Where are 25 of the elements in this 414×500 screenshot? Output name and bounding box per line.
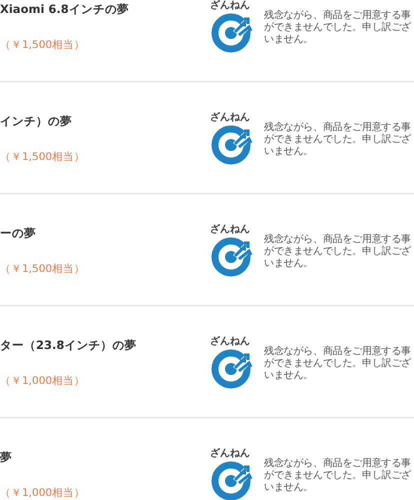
- product-title: ーの夢: [0, 226, 37, 241]
- product-title: ター（23.8インチ）の夢: [0, 338, 138, 353]
- circle-arrow-icon: [211, 237, 255, 277]
- product-price: （￥1,500相当）: [0, 151, 86, 164]
- result-message: 残念ながら、商品をご用意する事ができませんでした。申し訳ございません。: [264, 8, 412, 47]
- circle-arrow-icon: [211, 13, 255, 53]
- result-label: ざんねん: [210, 447, 250, 460]
- result-message: 残念ながら、商品をご用意する事ができませんでした。申し訳ございません。: [264, 344, 412, 383]
- result-label: ざんねん: [210, 111, 250, 124]
- product-title: インチ）の夢: [0, 114, 73, 129]
- result-message: 残念ながら、商品をご用意する事ができませんでした。申し訳ございません。: [264, 232, 412, 271]
- circle-arrow-icon: [211, 125, 255, 165]
- result-label: ざんねん: [210, 0, 250, 12]
- result-message: 残念ながら、商品をご用意する事ができませんでした。申し訳ございません。: [264, 120, 412, 159]
- product-title: Xiaomi 6.8インチの夢: [0, 2, 130, 17]
- product-title: 夢: [0, 450, 13, 465]
- product-price: （￥1,000相当）: [0, 375, 86, 388]
- result-label: ざんねん: [210, 335, 250, 348]
- circle-arrow-icon: [211, 349, 255, 389]
- product-price: （￥1,500相当）: [0, 39, 86, 52]
- product-price: （￥1,000相当）: [0, 487, 86, 500]
- result-label: ざんねん: [210, 223, 250, 236]
- result-message: 残念ながら、商品をご用意する事ができませんでした。申し訳ございません。: [264, 456, 412, 495]
- circle-arrow-icon: [211, 461, 255, 500]
- product-price: （￥1,500相当）: [0, 263, 86, 276]
